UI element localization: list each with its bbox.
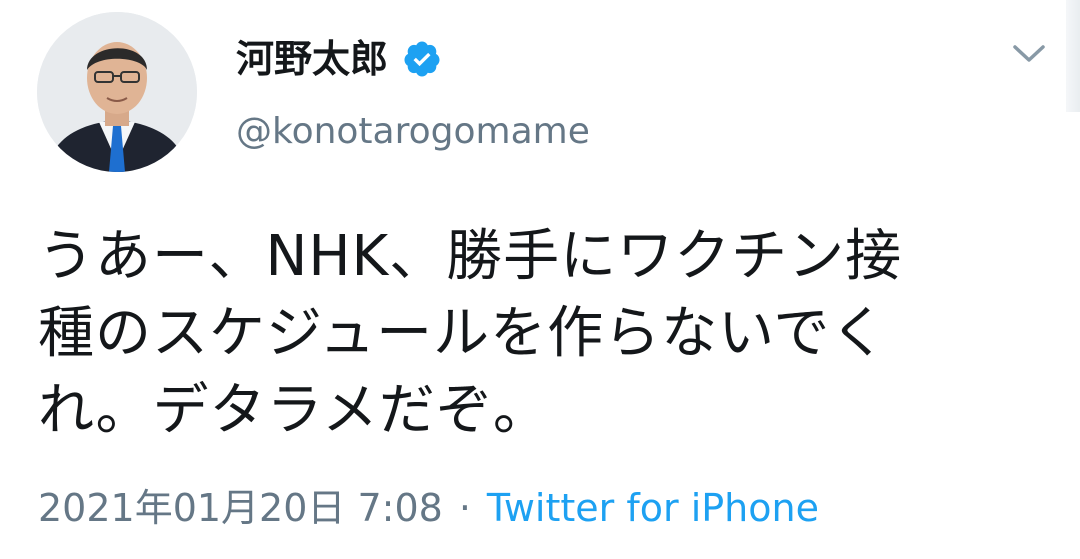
avatar-portrait xyxy=(37,12,197,172)
chevron-down-icon[interactable] xyxy=(1010,38,1048,68)
name-row: 河野太郎 xyxy=(236,34,442,84)
verified-badge-icon xyxy=(404,41,440,77)
avatar[interactable] xyxy=(37,12,197,172)
source-link[interactable]: Twitter for iPhone xyxy=(487,480,819,536)
user-handle[interactable]: @konotarogomame xyxy=(236,108,590,156)
display-name[interactable]: 河野太郎 xyxy=(236,34,388,84)
timestamp[interactable]: 2021年01月20日 7:08 xyxy=(38,480,443,536)
meta-separator: · xyxy=(458,486,471,530)
tweet-meta: 2021年01月20日 7:08 · Twitter for iPhone xyxy=(38,480,819,536)
scrollbar[interactable] xyxy=(1066,0,1080,112)
tweet-card: 河野太郎 @konotarogomame うあー、NHK、勝手にワクチン接 種の… xyxy=(0,0,1080,559)
tweet-text: うあー、NHK、勝手にワクチン接 種のスケジュールを作らないでく れ。デタラメだ… xyxy=(38,224,903,443)
